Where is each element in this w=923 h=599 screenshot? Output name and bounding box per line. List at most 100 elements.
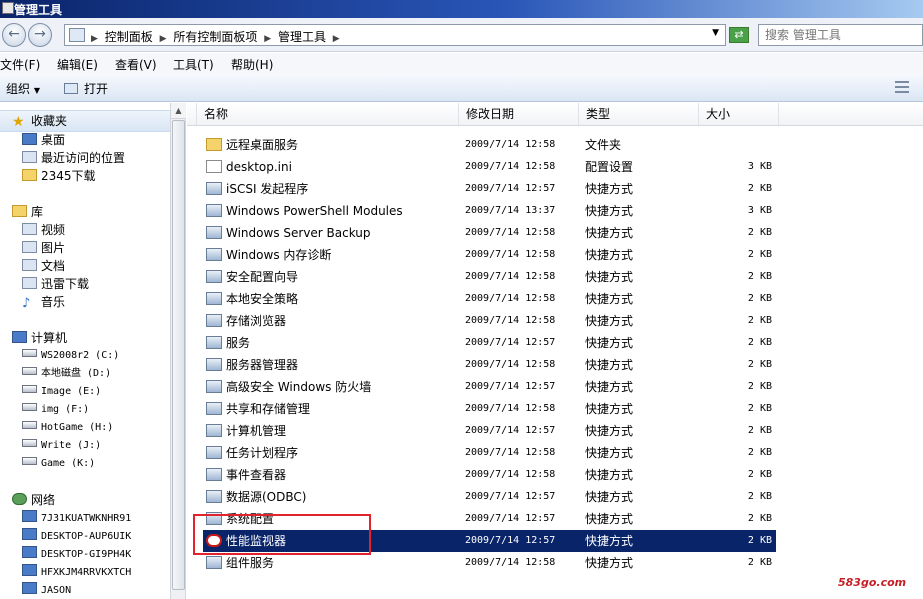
column-size[interactable]: 大小 [699,103,779,125]
refresh-button[interactable]: ⇄ [729,27,749,43]
file-row[interactable]: Windows Server Backup 2009/7/14 12:58 快捷方式… [203,222,776,244]
back-arrow-icon: ← [8,26,20,42]
file-name: 存储浏览器 [226,314,287,328]
file-size: 2 KB [747,359,772,370]
breadcrumb-root-chevron-icon[interactable]: ▶ [91,34,98,44]
scroll-up-arrow-icon[interactable]: ▲ [171,103,186,119]
organize-button[interactable]: 组织 ▼ [6,80,40,97]
breadcrumb-chevron-icon[interactable]: ▶ [264,34,271,44]
nav-label: 音乐 [41,295,66,309]
file-size: 3 KB [747,161,772,172]
address-dropdown-icon[interactable]: ▼ [712,28,719,38]
open-button[interactable]: 打开 [64,80,108,97]
file-row[interactable]: 安全配置向导 2009/7/14 12:58 快捷方式 2 KB [203,266,776,288]
drive-icon [22,457,37,465]
nav-label: HotGame (H:) [41,422,114,433]
file-name-cell: 共享和存储管理 [206,398,310,420]
file-row[interactable]: Windows PowerShell Modules 2009/7/14 13:3… [203,200,776,222]
file-type: 快捷方式 [585,512,634,526]
column-date[interactable]: 修改日期 [459,103,579,125]
nav-item-pictures[interactable]: 图片 [22,240,65,256]
nav-item-xunlei[interactable]: 迅雷下载 [22,276,89,292]
search-input[interactable] [765,26,923,44]
nav-drive-f[interactable]: img (F:) [22,402,89,418]
nav-host[interactable]: 7J31KUATWKNHR91 [22,510,131,526]
nav-item-2345[interactable]: 2345下载 [22,168,96,184]
file-row[interactable]: 远程桌面服务 2009/7/14 12:58 文件夹 [203,134,776,156]
breadcrumb-chevron-icon[interactable]: ▶ [160,34,167,44]
file-date: 2009/7/14 13:37 [465,205,556,216]
file-row[interactable]: 任务计划程序 2009/7/14 12:58 快捷方式 2 KB [203,442,776,464]
file-row[interactable]: 服务器管理器 2009/7/14 12:58 快捷方式 2 KB [203,354,776,376]
file-row[interactable]: desktop.ini 2009/7/14 12:58 配置设置 3 KB [203,156,776,178]
file-name-cell: Windows 内存诊断 [206,244,331,266]
view-options-icon[interactable] [895,81,909,93]
file-name-cell: 事件查看器 [206,464,286,486]
column-name[interactable]: 名称 [196,103,459,125]
breadcrumb-chevron-icon[interactable]: ▶ [333,34,340,44]
file-row[interactable]: Windows 内存诊断 2009/7/14 12:58 快捷方式 2 KB [203,244,776,266]
column-type[interactable]: 类型 [579,103,699,125]
breadcrumb-control-panel[interactable]: 控制面板 [105,30,153,44]
file-date: 2009/7/14 12:57 [465,535,556,546]
file-row[interactable]: 服务 2009/7/14 12:57 快捷方式 2 KB [203,332,776,354]
menu-view[interactable]: 查看(V) [115,56,157,73]
nav-item-recent[interactable]: 最近访问的位置 [22,150,125,166]
nav-scrollbar[interactable]: ▲ [170,103,186,599]
file-row[interactable]: 存储浏览器 2009/7/14 12:58 快捷方式 2 KB [203,310,776,332]
nav-favorites[interactable]: ★ 收藏夹 [12,113,67,129]
nav-label: Game (K:) [41,458,96,469]
back-button[interactable]: ← [2,23,26,47]
drive-icon [22,421,37,429]
nav-drive-e[interactable]: Image (E:) [22,384,101,400]
server-manager-icon [206,358,222,371]
nav-drive-j[interactable]: Write (J:) [22,438,101,454]
forward-button[interactable]: → [28,23,52,47]
desktop-icon [22,133,37,145]
nav-host[interactable]: DESKTOP-AUP6UIK [22,528,131,544]
nav-item-desktop[interactable]: 桌面 [22,132,65,148]
menu-help[interactable]: 帮助(H) [231,56,273,73]
file-size: 2 KB [747,227,772,238]
menu-file[interactable]: 文件(F) [0,56,40,73]
file-row[interactable]: 高级安全 Windows 防火墙 2009/7/14 12:57 快捷方式 2 KB [203,376,776,398]
breadcrumb-all-items[interactable]: 所有控制面板项 [173,30,257,44]
nav-drive-c[interactable]: WS2008r2 (C:) [22,348,119,364]
nav-host[interactable]: HFXKJM4RRVKXTCH [22,564,131,580]
nav-item-documents[interactable]: 文档 [22,258,65,274]
file-row[interactable]: 数据源(ODBC) 2009/7/14 12:57 快捷方式 2 KB [203,486,776,508]
chevron-down-icon: ▼ [33,86,40,95]
nav-network[interactable]: 网络 [12,492,55,508]
admin-tools-window-icon [2,2,14,14]
nav-label: 图片 [41,241,66,255]
nav-host[interactable]: DESKTOP-GI9PH4K [22,546,131,562]
nav-label: Image (E:) [41,386,102,397]
address-bar[interactable]: ▶ 控制面板 ▶ 所有控制面板项 ▶ 管理工具 ▶ ▼ [64,24,726,46]
file-row[interactable]: 计算机管理 2009/7/14 12:57 快捷方式 2 KB [203,420,776,442]
folder-icon [206,138,222,151]
services-icon [206,336,222,349]
file-size: 2 KB [747,337,772,348]
nav-libraries[interactable]: 库 [12,204,43,220]
file-type: 快捷方式 [585,270,634,284]
file-row[interactable]: iSCSI 发起程序 2009/7/14 12:57 快捷方式 2 KB [203,178,776,200]
file-row[interactable]: 组件服务 2009/7/14 12:58 快捷方式 2 KB [203,552,776,574]
nav-label: DESKTOP-GI9PH4K [41,549,132,560]
scrollbar-thumb[interactable] [172,120,185,590]
nav-label: 收藏夹 [31,114,68,128]
nav-item-music[interactable]: ♪ 音乐 [22,294,65,310]
computer-icon [22,510,37,522]
nav-drive-k[interactable]: Game (K:) [22,456,95,472]
nav-host[interactable]: JASON [22,582,71,598]
nav-item-video[interactable]: 视频 [22,222,65,238]
nav-drive-d[interactable]: 本地磁盘 (D:) [22,366,111,382]
menu-tools[interactable]: 工具(T) [173,56,214,73]
search-box[interactable] [758,24,923,46]
breadcrumb-admin-tools[interactable]: 管理工具 [278,30,326,44]
file-row[interactable]: 共享和存储管理 2009/7/14 12:58 快捷方式 2 KB [203,398,776,420]
menu-edit[interactable]: 编辑(E) [57,56,98,73]
nav-drive-h[interactable]: HotGame (H:) [22,420,113,436]
file-row[interactable]: 事件查看器 2009/7/14 12:58 快捷方式 2 KB [203,464,776,486]
file-row[interactable]: 本地安全策略 2009/7/14 12:58 快捷方式 2 KB [203,288,776,310]
nav-computer[interactable]: 计算机 [12,330,67,346]
